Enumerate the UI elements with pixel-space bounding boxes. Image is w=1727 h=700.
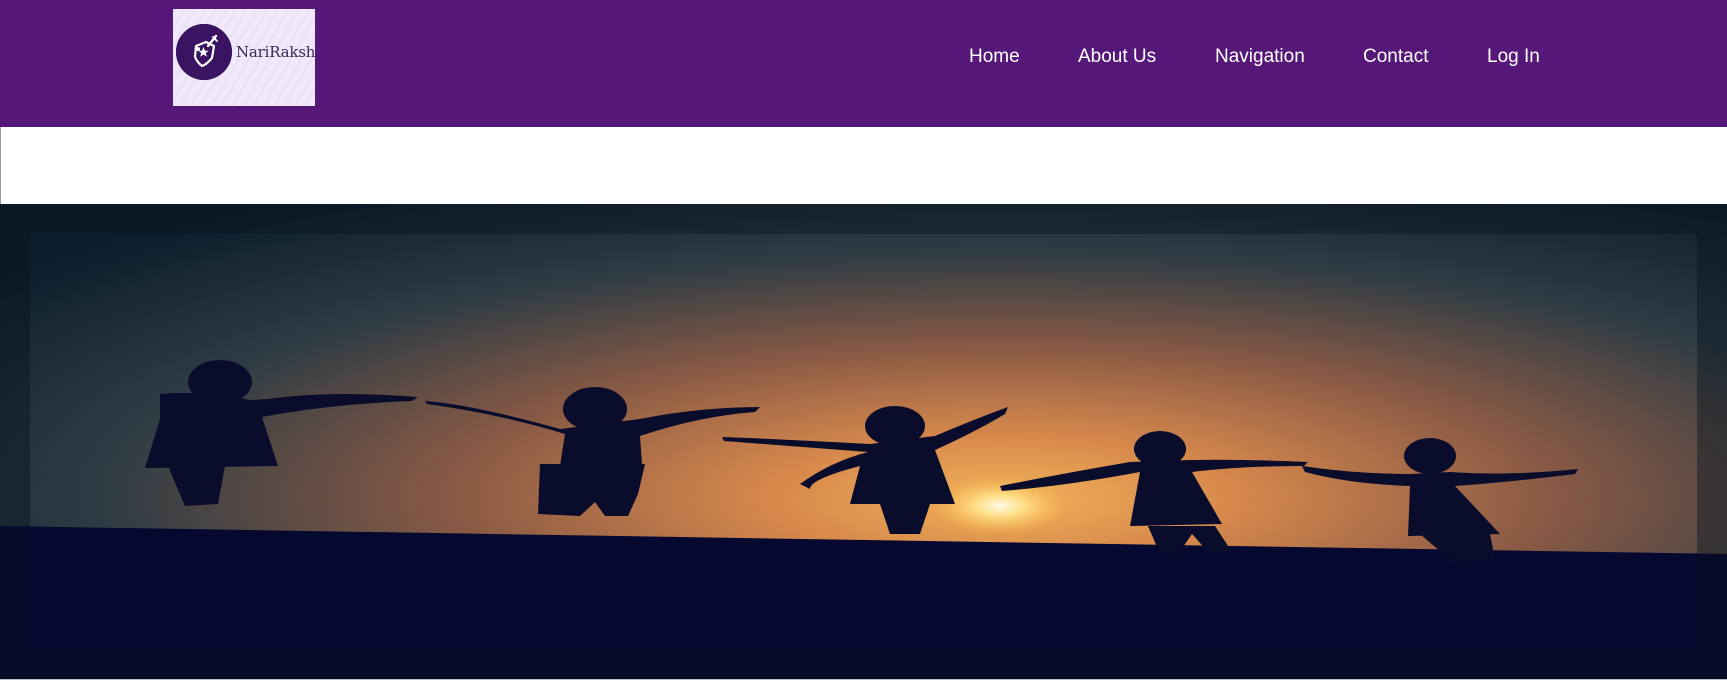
page-bottom-strip [0,679,1727,700]
header-spacer [0,127,1727,204]
nav-login-link[interactable]: Log In [1487,46,1540,68]
nav-contact-link[interactable]: Contact [1363,46,1428,68]
hero-image [0,204,1727,679]
nav-home-link[interactable]: Home [969,46,1020,68]
brand-name: NariRaksha [236,43,315,61]
nav-navigation-link[interactable]: Navigation [1215,46,1305,68]
hero-banner [0,204,1727,679]
shield-sword-icon [176,24,232,80]
site-header: NariRaksha Home About Us Navigation Cont… [0,0,1727,127]
brand-logo[interactable]: NariRaksha [173,9,315,106]
nav-about-us-link[interactable]: About Us [1078,46,1156,68]
